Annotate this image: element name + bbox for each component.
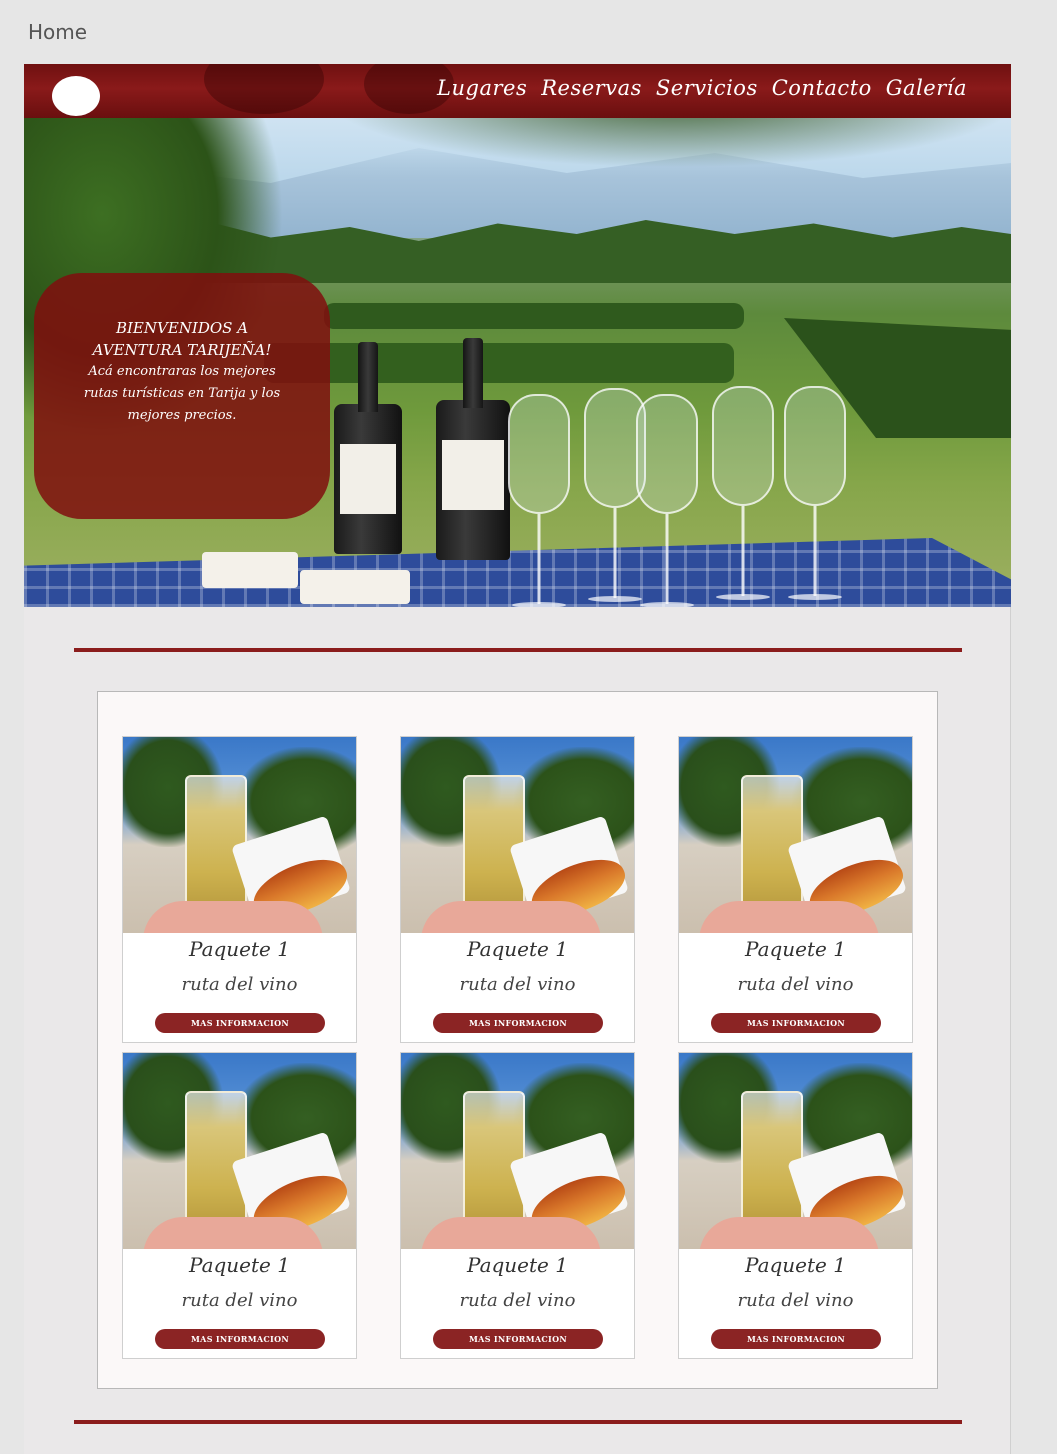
nav-item-lugares[interactable]: Lugares (437, 76, 527, 100)
package-title: Paquete 1 (467, 1253, 568, 1277)
package-title: Paquete 1 (745, 1253, 846, 1277)
page-title: Home (28, 20, 88, 44)
hero-banner-image: BIENVENIDOS A AVENTURA TARIJEÑA! Acá enc… (24, 118, 1011, 607)
package-card[interactable]: Paquete 1 ruta del vino MAS INFORMACION (122, 736, 357, 1043)
package-subtitle: ruta del vino (181, 1290, 298, 1311)
divider-bottom (74, 1420, 962, 1424)
package-subtitle: ruta del vino (737, 1290, 854, 1311)
package-card[interactable]: Paquete 1 ruta del vino MAS INFORMACION (678, 736, 913, 1043)
site-frame: Lugares Reservas Servicios Contacto Gale… (24, 64, 1011, 1454)
nav-item-servicios[interactable]: Servicios (656, 76, 758, 100)
vine-row (264, 343, 734, 383)
wine-glass (636, 394, 698, 607)
package-title: Paquete 1 (467, 937, 568, 961)
package-photo (401, 737, 634, 933)
package-subtitle: ruta del vino (459, 1290, 576, 1311)
wine-bottle (436, 338, 510, 560)
package-photo (123, 1053, 356, 1249)
foliage (324, 118, 1011, 168)
more-info-button[interactable]: MAS INFORMACION (433, 1329, 603, 1349)
package-title: Paquete 1 (189, 937, 290, 961)
package-subtitle: ruta del vino (737, 974, 854, 995)
nav-item-galeria[interactable]: Galería (886, 76, 967, 100)
divider-top (74, 648, 962, 652)
wine-glass (784, 386, 846, 600)
logo-icon[interactable] (52, 76, 100, 116)
package-card[interactable]: Paquete 1 ruta del vino MAS INFORMACION (122, 1052, 357, 1359)
wine-bottle (334, 342, 402, 554)
welcome-box: BIENVENIDOS A AVENTURA TARIJEÑA! Acá enc… (34, 273, 330, 519)
nav-item-reservas[interactable]: Reservas (541, 76, 642, 100)
package-title: Paquete 1 (745, 937, 846, 961)
more-info-button[interactable]: MAS INFORMACION (433, 1013, 603, 1033)
package-photo (123, 737, 356, 933)
package-photo (679, 737, 912, 933)
welcome-title: BIENVENIDOS A AVENTURA TARIJEÑA! (92, 319, 272, 359)
tablecloth (24, 538, 1011, 607)
cheese (202, 552, 298, 588)
package-card[interactable]: Paquete 1 ruta del vino MAS INFORMACION (400, 1052, 635, 1359)
package-photo (401, 1053, 634, 1249)
package-subtitle: ruta del vino (181, 974, 298, 995)
wine-glass (712, 386, 774, 600)
package-card[interactable]: Paquete 1 ruta del vino MAS INFORMACION (400, 736, 635, 1043)
wine-glass (508, 394, 570, 607)
package-photo (679, 1053, 912, 1249)
more-info-button[interactable]: MAS INFORMACION (711, 1329, 881, 1349)
more-info-button[interactable]: MAS INFORMACION (711, 1013, 881, 1033)
packages-grid: Paquete 1 ruta del vino MAS INFORMACION … (97, 691, 938, 1389)
package-title: Paquete 1 (189, 1253, 290, 1277)
package-subtitle: ruta del vino (459, 974, 576, 995)
more-info-button[interactable]: MAS INFORMACION (155, 1013, 325, 1033)
nav-item-contacto[interactable]: Contacto (772, 76, 872, 100)
main-nav: Lugares Reservas Servicios Contacto Gale… (437, 76, 967, 100)
leaf-shadow (204, 64, 324, 114)
top-navigation-bar: Lugares Reservas Servicios Contacto Gale… (24, 64, 1011, 118)
welcome-text: Acá encontraras los mejores rutas turíst… (83, 364, 281, 423)
vine-row (324, 303, 744, 329)
package-card[interactable]: Paquete 1 ruta del vino MAS INFORMACION (678, 1052, 913, 1359)
cheese (300, 570, 410, 604)
more-info-button[interactable]: MAS INFORMACION (155, 1329, 325, 1349)
